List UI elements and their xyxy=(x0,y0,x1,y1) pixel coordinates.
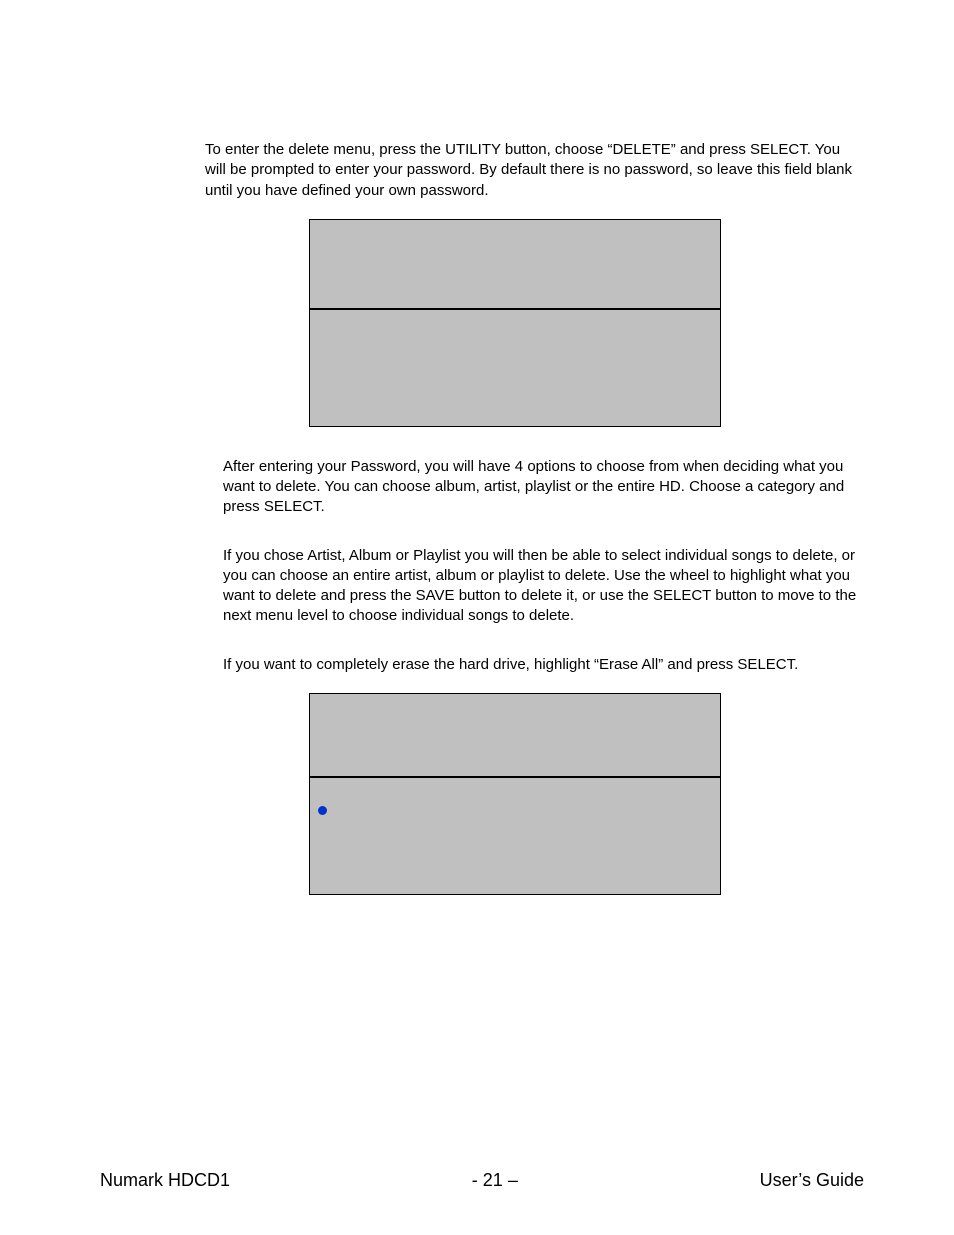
paragraph-delete-intro: To enter the delete menu, press the UTIL… xyxy=(205,140,864,201)
screenshot-placeholder-2b xyxy=(309,777,721,895)
paragraph-artist-album-playlist: If you chose Artist, Album or Playlist y… xyxy=(205,546,864,627)
screenshot-placeholder-group-1 xyxy=(205,219,864,427)
footer-left: Numark HDCD1 xyxy=(100,1170,230,1191)
bullet-icon xyxy=(318,806,327,815)
paragraph-erase-all: If you want to completely erase the hard… xyxy=(205,655,864,675)
screenshot-placeholder-2a xyxy=(309,693,721,777)
paragraph-after-password: After entering your Password, you will h… xyxy=(205,457,864,518)
screenshot-placeholder-group-2 xyxy=(205,693,864,895)
page-content: To enter the delete menu, press the UTIL… xyxy=(0,0,954,895)
screenshot-placeholder-1b xyxy=(309,309,721,427)
screenshot-placeholder-1a xyxy=(309,219,721,309)
footer-right: User’s Guide xyxy=(760,1170,864,1191)
footer-center: - 21 – xyxy=(472,1170,518,1191)
page-footer: Numark HDCD1 - 21 – User’s Guide xyxy=(0,1170,954,1191)
